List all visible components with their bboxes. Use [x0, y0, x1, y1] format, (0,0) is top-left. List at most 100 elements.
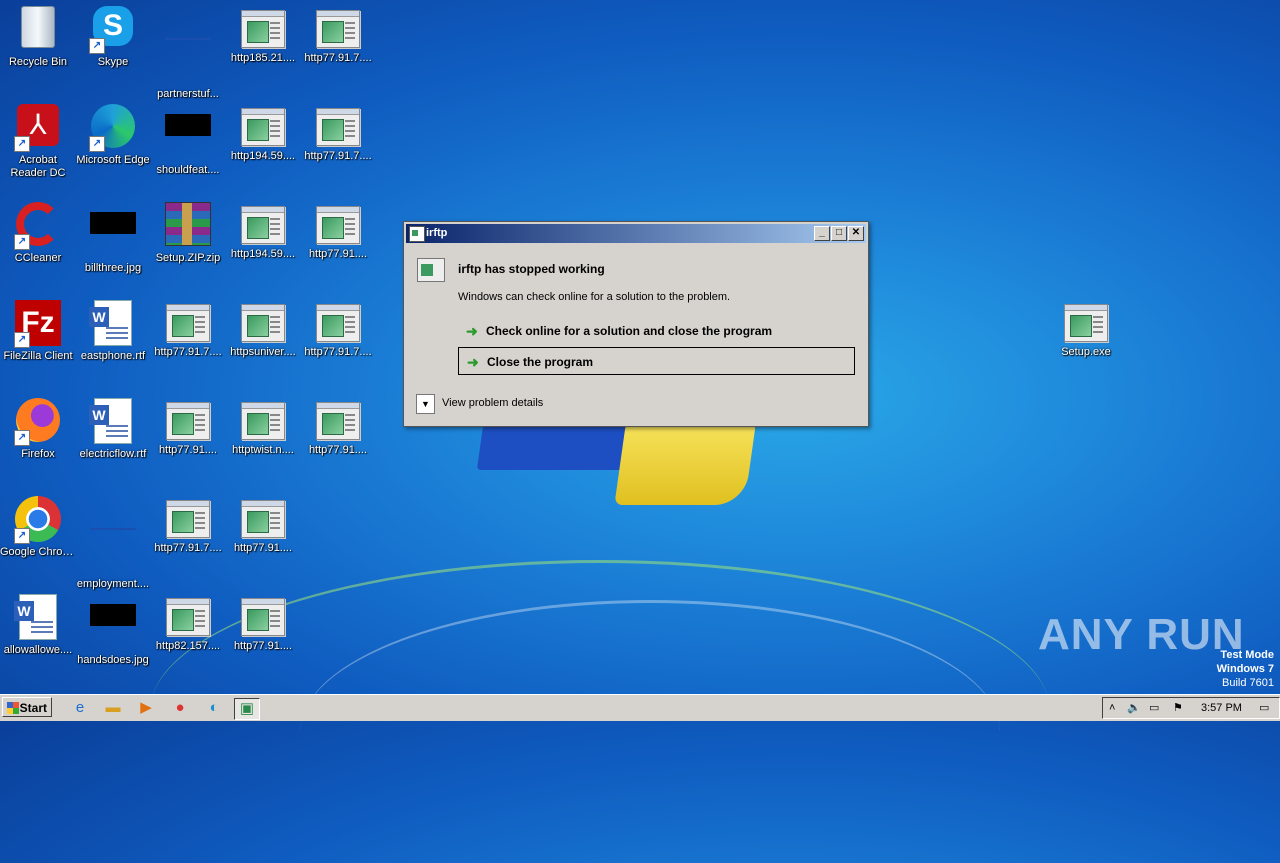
image-file-icon: [89, 604, 137, 652]
word-document-icon: W: [89, 398, 137, 446]
shortcut-arrow-icon: ↗: [14, 234, 30, 250]
desktop-icon-label: http77.91.7....: [154, 542, 222, 554]
desktop-icon[interactable]: Welectricflow.rtf: [75, 394, 151, 490]
desktop-icon[interactable]: http77.91.7....: [300, 296, 376, 392]
desktop-icon[interactable]: S ↗ Skype: [75, 2, 151, 98]
error-dialog: irftp _ □ ✕ irftp has stopped working Wi…: [403, 221, 869, 427]
edge-icon: ↗: [89, 104, 137, 152]
anyrun-watermark: ANY RUN: [1038, 610, 1245, 659]
desktop-icon-label: handsdoes.jpg: [77, 654, 149, 666]
desktop-icon-label: http82.157....: [155, 640, 221, 652]
show-hidden-icons[interactable]: ˄: [1109, 698, 1115, 718]
check-online-option[interactable]: ➜ Check online for a solution and close …: [458, 317, 855, 345]
folder-icon[interactable]: ▬: [101, 698, 125, 718]
desktop-icon-label: http77.91....: [158, 444, 218, 456]
desktop-icon[interactable]: http77.91....: [225, 590, 301, 686]
desktop-icon-label: eastphone.rtf: [80, 350, 146, 362]
program-icon: [417, 258, 445, 282]
internet-explorer-icon[interactable]: e: [68, 698, 92, 718]
desktop-icon[interactable]: http77.91.7....: [150, 296, 226, 392]
desktop-icon[interactable]: shouldfeat....: [150, 100, 226, 196]
filezilla-icon: Fz ↗: [14, 300, 62, 348]
desktop-icon[interactable]: Weastphone.rtf: [75, 296, 151, 392]
os-label: Windows 7: [1216, 663, 1274, 675]
action-center-flag-icon[interactable]: ⚑: [1173, 698, 1183, 718]
skype-icon: S ↗: [89, 6, 137, 54]
application-icon: [241, 402, 285, 440]
expand-details-button[interactable]: ▼: [416, 394, 435, 414]
desktop-icon[interactable]: Setup.ZIP.zip: [150, 198, 226, 294]
desktop-icon[interactable]: ⅄ ↗ Acrobat Reader DC: [0, 100, 76, 196]
system-tray: ˄ 🔈 ▭ ⚑ 3:57 PM ▭: [1102, 697, 1280, 719]
wallpaper-swoosh: [300, 600, 1000, 863]
desktop-icon[interactable]: http77.91.7....: [300, 100, 376, 196]
image-file-icon: [164, 114, 212, 162]
desktop-icon-label: http77.91....: [233, 542, 293, 554]
desktop-icon[interactable]: httptwist.n....: [225, 394, 301, 490]
desktop-icon[interactable]: http82.157....: [150, 590, 226, 686]
desktop-icon[interactable]: http77.91.7....: [150, 492, 226, 588]
volume-icon[interactable]: 🔈: [1127, 698, 1141, 718]
app-icon: [409, 226, 425, 242]
maximize-button[interactable]: □: [831, 226, 847, 241]
windows-flag-icon: [7, 702, 19, 714]
close-button[interactable]: ✕: [848, 226, 864, 241]
desktop-icon[interactable]: ↗ Microsoft Edge: [75, 100, 151, 196]
desktop-icon[interactable]: Recycle Bin: [0, 2, 76, 98]
application-icon: [241, 206, 285, 244]
application-icon: [241, 304, 285, 342]
desktop-icon[interactable]: http77.91....: [225, 492, 301, 588]
desktop-icon[interactable]: http185.21....: [225, 2, 301, 98]
desktop-icon[interactable]: ↗ Google Chrome: [0, 492, 76, 588]
network-icon[interactable]: ▭: [1149, 698, 1159, 718]
media-player-icon[interactable]: ▶: [134, 698, 158, 718]
test-mode-notice: Test Mode Windows 7 Build 7601: [1217, 648, 1274, 690]
desktop-icon[interactable]: http77.91....: [150, 394, 226, 490]
desktop-icon[interactable]: employment....: [75, 492, 151, 590]
edge-icon[interactable]: ◐: [202, 698, 226, 718]
close-program-option[interactable]: ➜ Close the program: [458, 347, 855, 375]
desktop-icon-label: http77.91.7....: [304, 150, 372, 162]
blank-file-icon: [164, 38, 212, 86]
desktop-icon[interactable]: billthree.jpg: [75, 198, 151, 294]
desktop-icon-label: Setup.exe: [1061, 346, 1111, 358]
application-icon: [241, 598, 285, 636]
desktop-icon[interactable]: http194.59....: [225, 198, 301, 294]
desktop-icon-label: httptwist.n....: [232, 444, 294, 456]
dialog-titlebar[interactable]: irftp _ □ ✕: [406, 224, 866, 243]
shortcut-arrow-icon: ↗: [14, 332, 30, 348]
desktop-icon[interactable]: partnerstuf...: [150, 2, 226, 100]
word-document-icon: W: [89, 300, 137, 348]
show-desktop-icon[interactable]: ▭: [1259, 698, 1269, 718]
application-icon: [241, 500, 285, 538]
desktop-icon[interactable]: http77.91....: [300, 394, 376, 490]
desktop-icon[interactable]: handsdoes.jpg: [75, 590, 151, 686]
desktop-icon-label: Skype: [97, 56, 129, 68]
desktop-icon[interactable]: ↗ CCleaner: [0, 198, 76, 294]
check-online-label: Check online for a solution and close th…: [486, 324, 773, 338]
desktop-icon[interactable]: Fz ↗ FileZilla Client: [0, 296, 76, 392]
desktop-icon[interactable]: ↗ Firefox: [0, 394, 76, 490]
minimize-button[interactable]: _: [814, 226, 830, 241]
desktop-icon-label: Microsoft Edge: [76, 154, 150, 166]
desktop-icon-label: Setup.ZIP.zip: [155, 252, 221, 264]
clock[interactable]: 3:57 PM: [1201, 698, 1242, 718]
close-program-label: Close the program: [487, 355, 594, 369]
view-details-link[interactable]: View problem details: [442, 397, 543, 409]
chrome-icon[interactable]: ●: [168, 698, 192, 718]
desktop-icon-label: billthree.jpg: [84, 262, 142, 274]
desktop-icon[interactable]: Wallowallowe....: [0, 590, 76, 686]
irftp-taskbar-icon[interactable]: ▣: [234, 698, 260, 720]
word-document-icon: W: [14, 594, 62, 642]
test-mode-label: Test Mode: [1220, 649, 1274, 661]
desktop-icon-label: http185.21....: [230, 52, 296, 64]
desktop-icon[interactable]: httpsuniver....: [225, 296, 301, 392]
desktop-icon[interactable]: http77.91....: [300, 198, 376, 294]
application-icon: [316, 206, 360, 244]
start-button[interactable]: Start: [2, 697, 52, 717]
desktop-icon-label: http77.91....: [308, 444, 368, 456]
desktop-icon[interactable]: http194.59....: [225, 100, 301, 196]
application-icon: [166, 500, 210, 538]
desktop-icon[interactable]: http77.91.7....: [300, 2, 376, 98]
desktop-icon[interactable]: Setup.exe: [1048, 296, 1124, 392]
